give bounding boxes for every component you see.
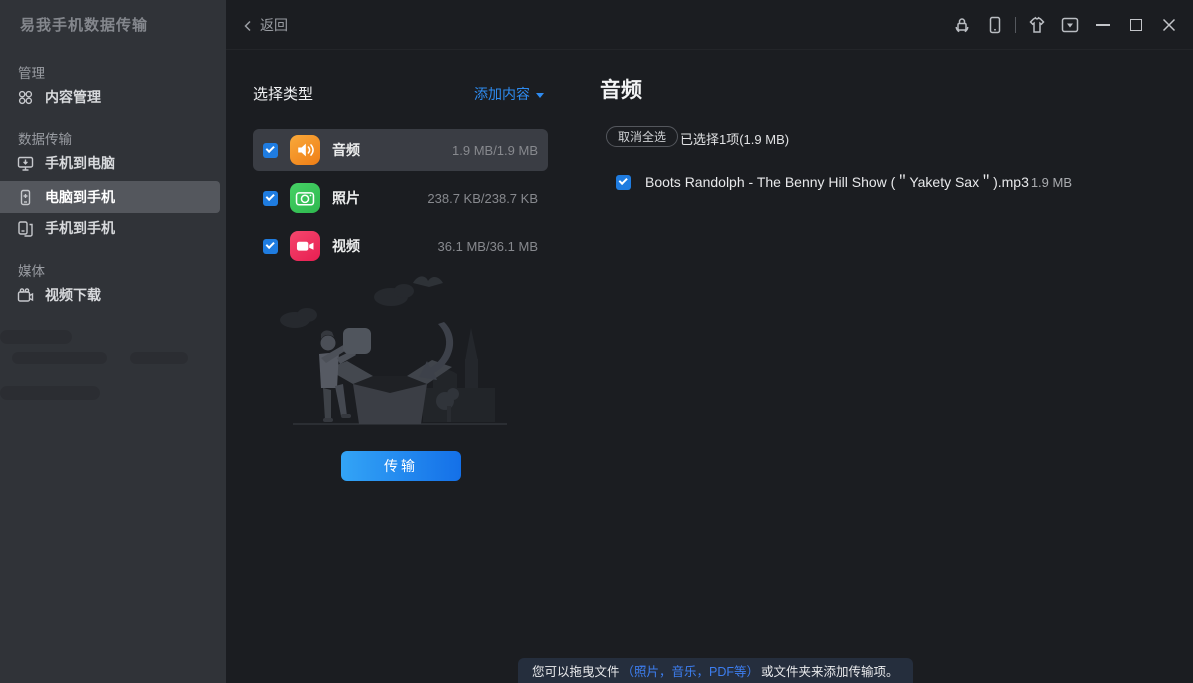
maximize-button[interactable] (1119, 0, 1152, 50)
video-download-icon (17, 287, 34, 304)
menu-dropdown-icon[interactable] (1053, 0, 1086, 50)
app-window: { "app": { "title": "易我手机数据传输" }, "sideb… (0, 0, 1193, 683)
grid-icon (17, 89, 34, 106)
type-size: 36.1 MB/36.1 MB (438, 239, 538, 254)
add-content-button[interactable]: 添加内容 (474, 84, 544, 104)
type-label: 视频 (332, 236, 360, 256)
back-button[interactable]: 返回 (242, 15, 288, 35)
chevron-down-icon (536, 93, 544, 98)
sidebar-section-transfer: 数据传输 (18, 128, 72, 148)
check-icon (266, 192, 275, 201)
theme-tshirt-icon[interactable] (1020, 0, 1053, 50)
type-row-audio[interactable]: 音频 1.9 MB/1.9 MB (253, 129, 548, 171)
hint-highlight: （照片，音乐，PDF等） (622, 661, 760, 680)
audio-speaker-icon (290, 135, 320, 165)
type-row-photo[interactable]: 照片 238.7 KB/238.7 KB (253, 177, 548, 219)
sidebar-ghost-shape (12, 352, 107, 364)
maximize-icon (1130, 19, 1142, 31)
video-checkbox[interactable] (263, 239, 278, 254)
drag-drop-hint: 您可以拖曳文件 （照片，音乐，PDF等） 或文件夹来添加传输项。 (518, 658, 913, 683)
file-checkbox[interactable] (616, 175, 631, 190)
app-title: 易我手机数据传输 (20, 14, 148, 35)
sidebar-item-label: 手机到电脑 (45, 153, 115, 173)
file-row[interactable]: Boots Randolph - The Benny Hill Show (＂Y… (606, 168, 1072, 196)
close-button[interactable] (1152, 0, 1185, 50)
hint-suffix: 或文件夹来添加传输项。 (761, 661, 899, 680)
minimize-button[interactable] (1086, 0, 1119, 50)
sidebar-ghost-shape (0, 330, 72, 344)
screen-unlock-icon[interactable] (945, 0, 978, 50)
pc-to-phone-icon (17, 189, 34, 206)
sidebar: 易我手机数据传输 管理 内容管理 数据传输 手机到电脑 电脑到手机 手机到手机 … (0, 0, 226, 683)
type-label: 照片 (332, 188, 360, 208)
minimize-icon (1096, 24, 1110, 26)
sidebar-item-label: 视频下载 (45, 285, 101, 305)
chevron-left-icon (242, 19, 254, 31)
transfer-illustration (255, 266, 545, 444)
hint-prefix: 您可以拖曳文件 (532, 661, 620, 680)
sidebar-item-label: 内容管理 (45, 87, 101, 107)
phone-to-pc-icon (17, 155, 34, 172)
sidebar-ghost-shape (130, 352, 188, 364)
topbar-actions (945, 0, 1185, 50)
sidebar-ghost-shape (0, 386, 100, 400)
sidebar-item-label: 电脑到手机 (45, 187, 115, 207)
file-size: 1.9 MB (1031, 175, 1072, 190)
transfer-button[interactable]: 传输 (341, 451, 461, 481)
selection-summary: 已选择1项(1.9 MB) (680, 129, 789, 148)
type-size: 238.7 KB/238.7 KB (427, 191, 538, 206)
add-content-label: 添加内容 (474, 84, 530, 104)
sidebar-item-pc-to-phone[interactable]: 电脑到手机 (0, 181, 220, 213)
sidebar-section-media: 媒体 (18, 260, 45, 280)
sidebar-item-phone-to-phone[interactable]: 手机到手机 (0, 213, 226, 243)
sidebar-item-phone-to-pc[interactable]: 手机到电脑 (0, 148, 226, 178)
topbar-divider (1015, 17, 1016, 33)
camera-icon (290, 183, 320, 213)
type-label: 音频 (332, 140, 360, 160)
type-size: 1.9 MB/1.9 MB (452, 143, 538, 158)
photo-checkbox[interactable] (263, 191, 278, 206)
sidebar-item-content-management[interactable]: 内容管理 (0, 82, 226, 112)
sidebar-item-label: 手机到手机 (45, 218, 115, 238)
detail-panel-title: 音频 (600, 74, 642, 104)
bird-silhouette (413, 276, 443, 287)
sidebar-section-management: 管理 (18, 62, 45, 82)
type-panel-title: 选择类型 (253, 83, 313, 104)
check-icon (266, 240, 275, 249)
type-row-video[interactable]: 视频 36.1 MB/36.1 MB (253, 225, 548, 267)
file-name: Boots Randolph - The Benny Hill Show (＂Y… (645, 172, 1029, 192)
audio-checkbox[interactable] (263, 143, 278, 158)
deselect-all-button[interactable]: 取消全选 (606, 126, 678, 147)
phone-icon[interactable] (978, 0, 1011, 50)
check-icon (619, 176, 628, 185)
sidebar-item-video-download[interactable]: 视频下载 (0, 280, 226, 310)
close-icon (1161, 17, 1177, 33)
check-icon (266, 144, 275, 153)
video-camera-icon (290, 231, 320, 261)
phone-to-phone-icon (17, 220, 34, 237)
topbar: 返回 (226, 0, 1193, 50)
back-label: 返回 (260, 15, 288, 35)
